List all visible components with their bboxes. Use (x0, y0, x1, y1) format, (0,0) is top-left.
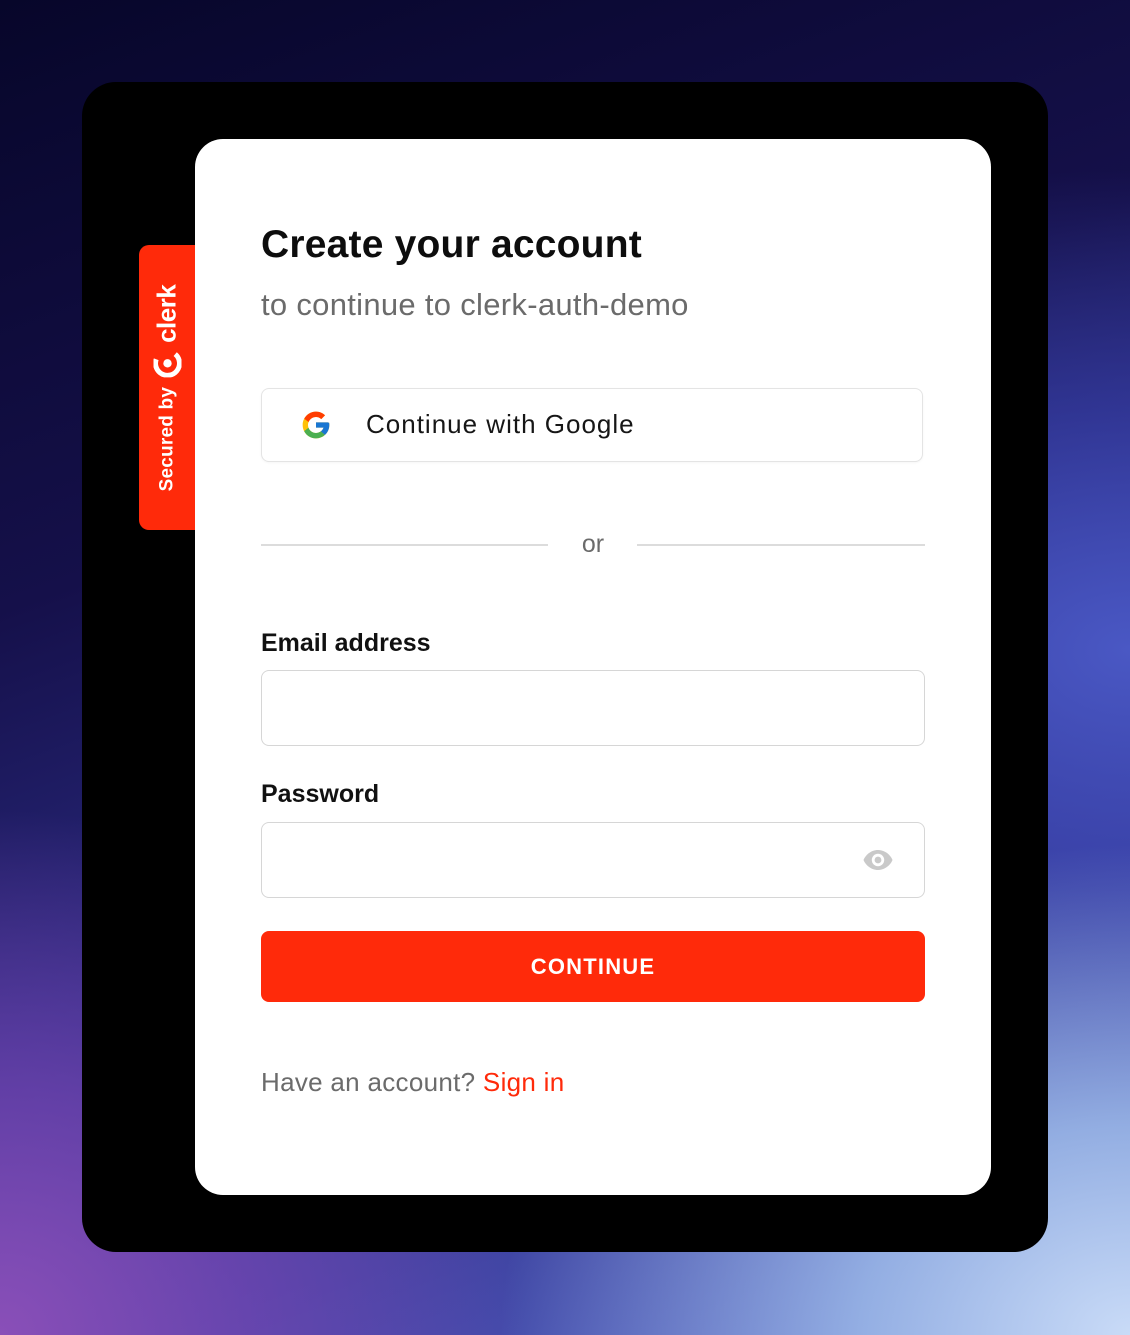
have-account-text: Have an account? (261, 1067, 476, 1097)
password-field-wrapper (261, 822, 925, 898)
continue-with-google-button[interactable]: Continue with Google (261, 388, 923, 462)
divider-line-right (637, 544, 925, 546)
sign-up-card: Create your account to continue to clerk… (195, 139, 991, 1195)
page-title: Create your account (261, 223, 642, 266)
page-subtitle: to continue to clerk-auth-demo (261, 287, 689, 322)
sign-in-link[interactable]: Sign in (483, 1067, 565, 1097)
email-label: Email address (261, 629, 431, 657)
eye-icon[interactable] (862, 847, 894, 873)
google-button-label: Continue with Google (366, 409, 635, 439)
password-label: Password (261, 780, 380, 808)
clerk-logo: clerk (151, 284, 183, 377)
email-field[interactable] (262, 671, 924, 745)
sign-in-prompt: Have an account? Sign in (261, 1067, 565, 1098)
continue-button[interactable]: CONTINUE (261, 931, 925, 1002)
secured-by-text: Secured by (156, 386, 177, 491)
google-g-icon (302, 411, 330, 439)
secured-by-clerk-badge[interactable]: Secured by clerk (139, 245, 195, 530)
or-divider: or (261, 529, 925, 559)
password-field[interactable] (262, 823, 924, 897)
clerk-logo-icon (153, 348, 181, 377)
email-field-wrapper (261, 670, 925, 746)
clerk-wordmark: clerk (151, 284, 182, 343)
badge-content: Secured by clerk (152, 284, 183, 491)
